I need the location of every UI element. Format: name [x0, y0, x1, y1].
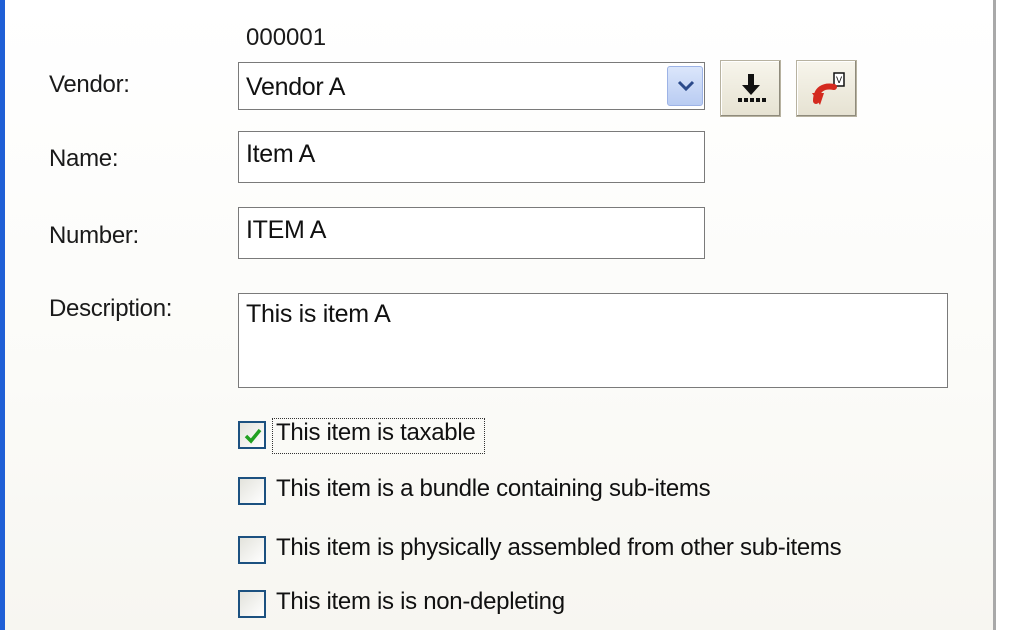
description-label: Description:: [49, 295, 173, 322]
name-field[interactable]: Item A: [238, 131, 705, 183]
assembled-label[interactable]: This item is physically assembled from o…: [276, 534, 842, 562]
number-value: ITEM A: [246, 216, 327, 244]
number-field[interactable]: ITEM A: [238, 207, 705, 259]
bundle-checkbox[interactable]: [238, 477, 266, 505]
name-value: Item A: [246, 140, 316, 168]
import-button[interactable]: [720, 60, 781, 117]
vendor-label: Vendor:: [49, 71, 130, 98]
chevron-down-icon: [677, 80, 695, 92]
undo-button[interactable]: V: [796, 60, 857, 117]
record-id: 000001: [246, 24, 327, 51]
vendor-dropdown-button[interactable]: [667, 66, 703, 106]
svg-text:V: V: [836, 76, 843, 86]
download-icon: [738, 74, 766, 102]
taxable-checkbox[interactable]: [238, 421, 266, 449]
bundle-label[interactable]: This item is a bundle containing sub-ite…: [276, 475, 711, 503]
non-depleting-checkbox[interactable]: [238, 590, 266, 618]
description-field[interactable]: This is item A: [238, 293, 948, 388]
undo-arrow-icon: V: [812, 72, 845, 105]
number-label: Number:: [49, 222, 139, 249]
checkmark-icon: [244, 428, 262, 444]
assembled-checkbox[interactable]: [238, 536, 266, 564]
window-frame-right: [993, 0, 996, 630]
taxable-label[interactable]: This item is taxable: [276, 419, 476, 447]
description-value: This is item A: [246, 300, 391, 328]
vendor-value: Vendor A: [246, 73, 346, 101]
name-label: Name:: [49, 145, 119, 172]
non-depleting-label[interactable]: This item is is non-depleting: [276, 588, 565, 616]
vendor-dropdown[interactable]: Vendor A: [238, 62, 705, 110]
